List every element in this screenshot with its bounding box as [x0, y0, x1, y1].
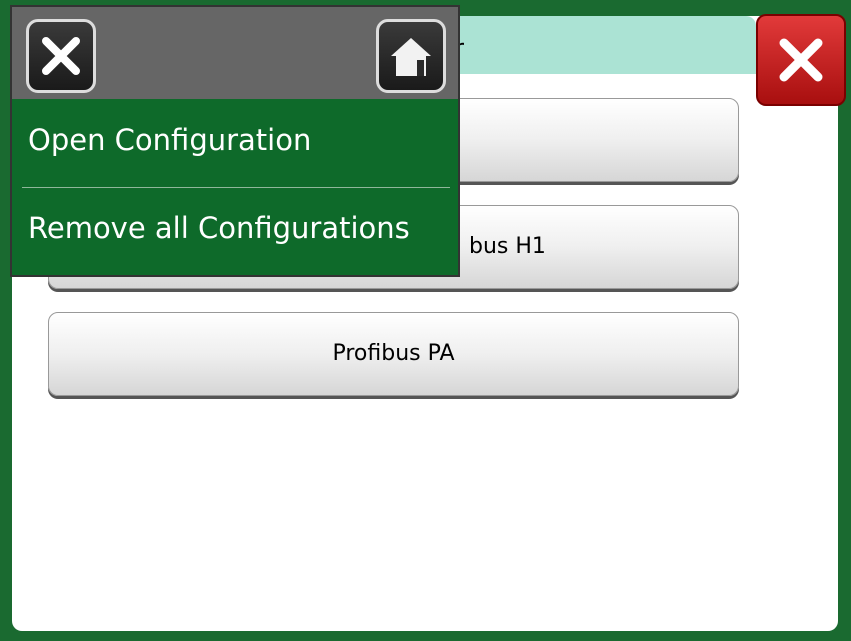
home-icon [391, 38, 431, 76]
app-screen: tor bus H1 Profibus PA Open [0, 0, 851, 641]
home-button[interactable] [376, 19, 446, 93]
menu-close-button[interactable] [26, 19, 96, 93]
menu-header [12, 7, 458, 99]
menu-item-remove-all-configurations[interactable]: Remove all Configurations [28, 211, 410, 245]
close-icon [779, 38, 823, 82]
close-window-button[interactable] [756, 14, 846, 106]
context-menu: Open Configuration Remove all Configurat… [10, 5, 460, 277]
close-icon [42, 37, 80, 75]
option-button-profibus-pa[interactable]: Profibus PA [48, 312, 739, 396]
menu-item-open-configuration[interactable]: Open Configuration [28, 123, 311, 157]
menu-divider [22, 187, 450, 188]
